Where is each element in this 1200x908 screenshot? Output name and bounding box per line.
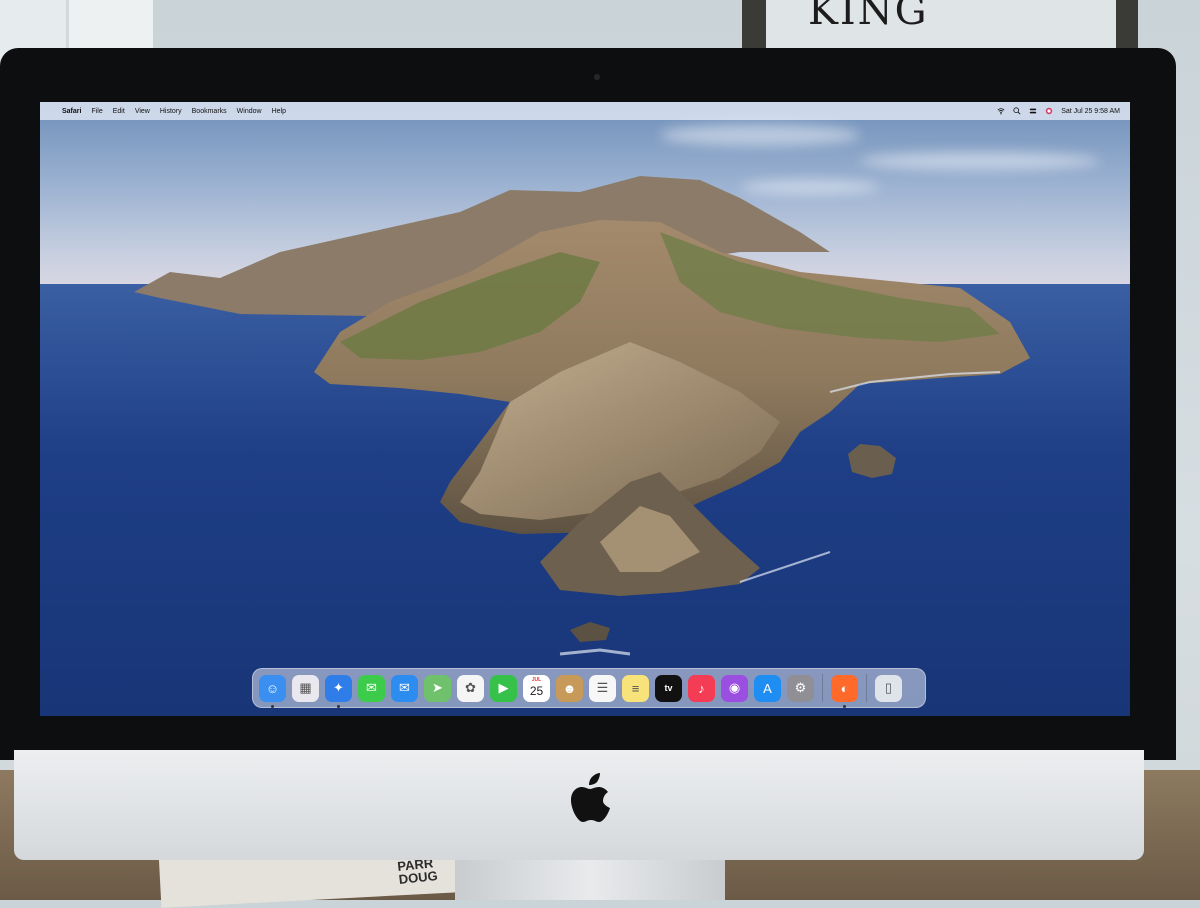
dock-icon-glyph: ▯ [884,680,893,695]
dock-icon-glyph: ✦ [333,680,344,695]
dock-icon-glyph: ♪ [698,680,705,696]
dock-separator [866,674,867,702]
dock-icon-glyph: ☰ [596,680,609,695]
dock-icon-glyph: ➤ [432,680,443,695]
dock: ☺ ▦ ✦ ✉ ✉ ➤ ✿ ▶ JUL 25 ☻ ☰ ≡ tv ♪ ◉ A ⚙ ◐ ▯ [252,668,926,708]
contacts-icon[interactable]: ☻ [556,674,583,702]
menu-file[interactable]: File [91,108,102,115]
dock-icon-glyph: ✿ [465,680,476,695]
menu-help[interactable]: Help [272,108,286,115]
wifi-icon[interactable] [997,107,1005,115]
dock-icon-glyph: ▶ [498,680,509,695]
facetime-icon[interactable]: ▶ [490,674,517,702]
firefox-icon[interactable]: ◐ [831,674,858,708]
launchpad-icon[interactable]: ▦ [292,674,319,702]
gear-icon[interactable]: ⚙ [787,674,814,702]
dock-icon-glyph: ⚙ [794,680,807,695]
menu-bookmarks[interactable]: Bookmarks [192,108,227,115]
messages-icon[interactable]: ✉ [358,674,385,702]
door-frame [66,0,153,52]
trash-icon[interactable]: ▯ [875,674,902,702]
control-center-icon[interactable] [1029,107,1037,115]
calendar-day: 25 [529,683,544,698]
running-indicator [337,704,340,708]
wallpaper-island [134,176,1030,656]
calendar-month: JUL [531,676,542,683]
desktop-screen: Safari File Edit View History Bookmarks … [40,102,1130,716]
calendar-icon[interactable]: JUL 25 [523,674,550,702]
running-indicator [271,704,274,708]
menu-edit[interactable]: Edit [113,108,125,115]
menu-view[interactable]: View [135,108,150,115]
apple-logo-icon [571,773,610,822]
apple-tv-icon[interactable]: tv [655,674,682,702]
dock-icon-glyph: ◐ [840,680,849,696]
dock-icon-glyph: A [763,680,772,696]
mail-icon[interactable]: ✉ [391,674,418,702]
search-icon[interactable] [1013,107,1021,115]
magazine-text: PARR DOUG [396,855,439,887]
dock-icon-glyph: ☻ [562,680,577,696]
finder-icon[interactable]: ☺ [259,674,286,708]
dock-icon-glyph: ✉ [366,680,377,695]
reminders-icon[interactable]: ☰ [589,674,616,702]
menu-app-name[interactable]: Safari [62,108,81,115]
app-store-icon[interactable]: A [754,674,781,702]
notes-icon[interactable]: ≡ [622,674,649,702]
podcasts-icon[interactable]: ◉ [721,674,748,702]
menu-bar: Safari File Edit View History Bookmarks … [40,102,1130,120]
safari-icon[interactable]: ✦ [325,674,352,708]
dock-icon-glyph: ▦ [299,680,312,695]
dock-icon-glyph: ✉ [399,680,410,695]
menu-clock[interactable]: Sat Jul 25 9:58 AM [1061,108,1120,115]
wall-sign-text: KING [808,0,929,34]
menu-history[interactable]: History [160,108,182,115]
menu-window[interactable]: Window [237,108,262,115]
music-icon[interactable]: ♪ [688,674,715,702]
dock-separator [822,674,823,702]
dock-icon-glyph: ◉ [728,680,741,695]
photos-icon[interactable]: ✿ [457,674,484,702]
dock-icon-glyph: ≡ [631,680,640,696]
siri-icon[interactable] [1045,107,1053,115]
running-indicator [843,704,846,708]
dock-icon-label: tv [664,683,673,693]
maps-icon[interactable]: ➤ [424,674,451,702]
dock-icon-glyph: ☺ [265,680,280,696]
camera [594,74,600,80]
